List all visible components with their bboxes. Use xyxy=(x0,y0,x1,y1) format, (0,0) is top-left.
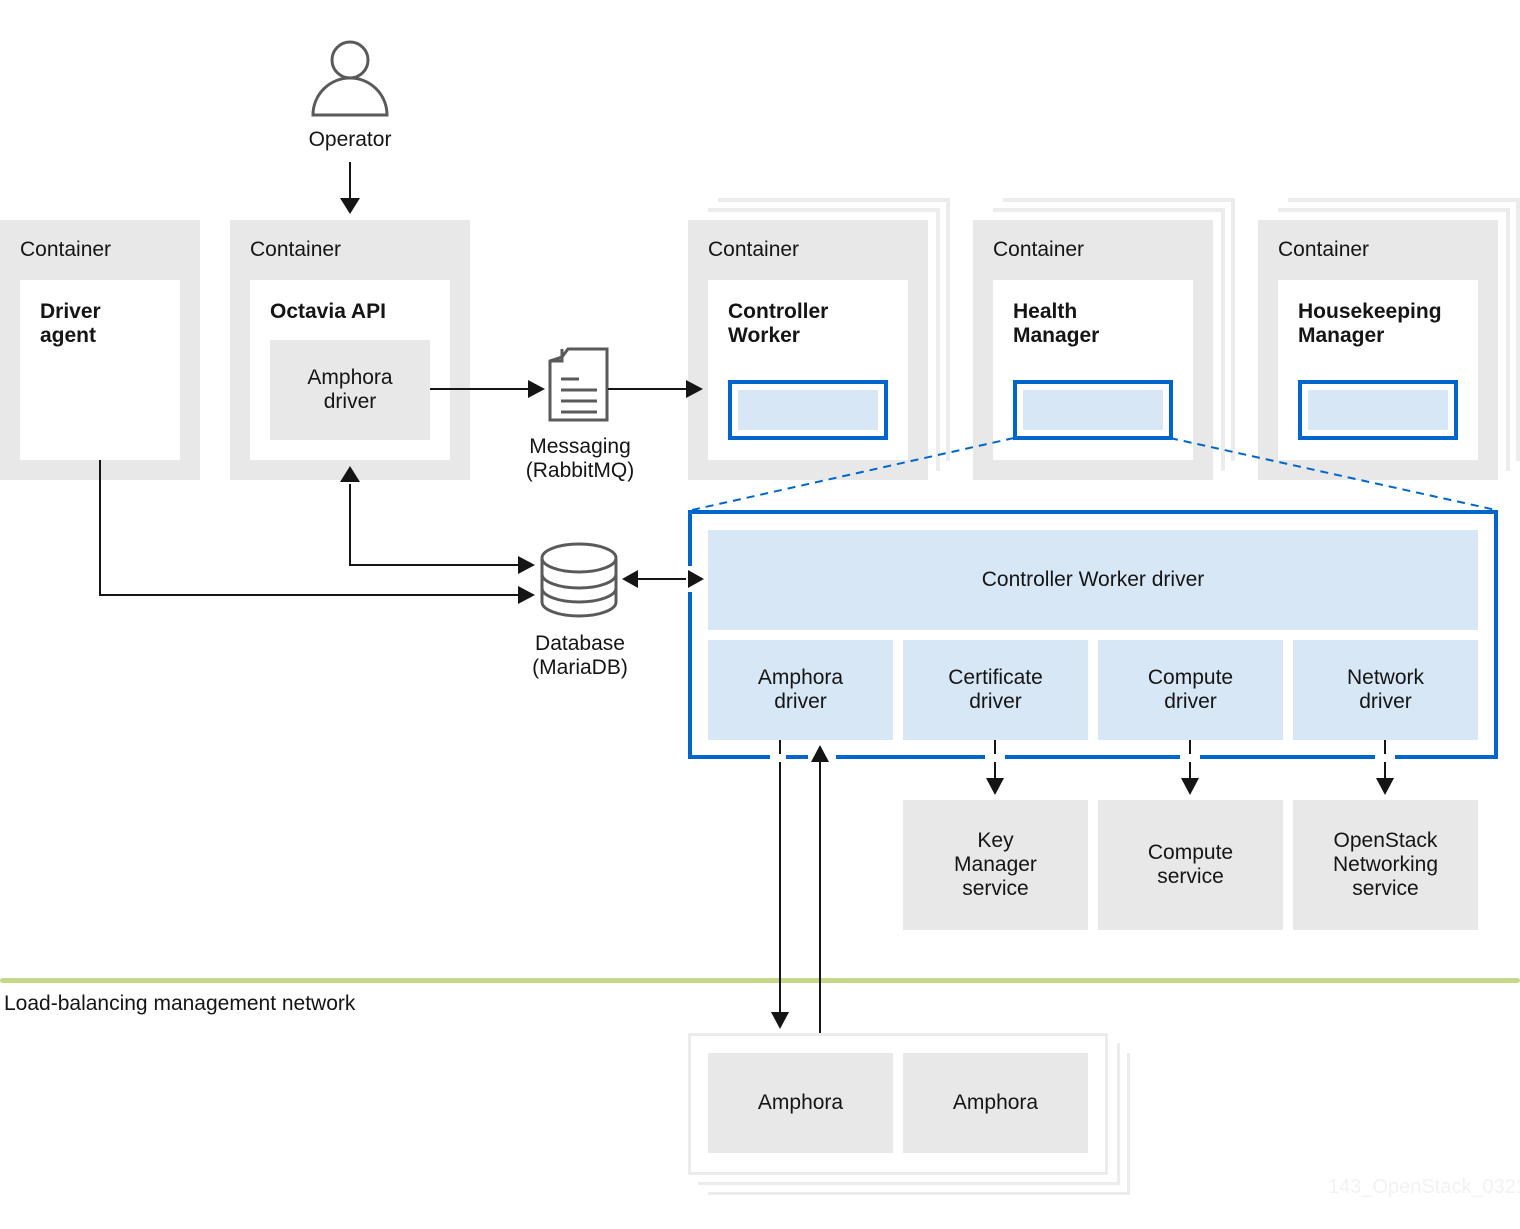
management-network-line xyxy=(0,978,1520,983)
compute-service-label: Compute service xyxy=(1148,841,1233,889)
amphora-driver-label: Amphora driver xyxy=(758,666,843,714)
arrowhead xyxy=(1376,778,1394,795)
arrowhead xyxy=(340,198,360,214)
certificate-driver: Certificate driver xyxy=(903,640,1088,740)
messaging-label-2: (RabbitMQ) xyxy=(525,459,635,482)
api-amphora-driver-label: Amphora driver xyxy=(307,366,393,413)
container-driver-agent: Container Driver agent xyxy=(0,220,200,480)
amphora-2-label: Amphora xyxy=(952,1091,1039,1114)
container-label: Container xyxy=(708,238,800,261)
container-octavia-api: Container Octavia API Amphora driver xyxy=(230,220,470,480)
housekeeping-manager-driver-ref xyxy=(1298,380,1458,440)
controller-worker-driver: Controller Worker driver xyxy=(708,530,1478,630)
line: Networking xyxy=(1332,853,1439,876)
database: Database (MariaDB) xyxy=(520,540,640,685)
messaging-label-1: Messaging xyxy=(529,435,631,458)
operator-label: Operator xyxy=(308,128,392,151)
controller-worker-title: Controller Worker xyxy=(728,300,829,347)
line: OpenStack xyxy=(1333,829,1438,852)
line: driver xyxy=(1164,690,1217,713)
certificate-driver-label: Certificate driver xyxy=(948,666,1043,714)
networking-service: OpenStack Networking service xyxy=(1293,800,1478,930)
line: Compute xyxy=(1147,841,1234,864)
housekeeping-manager-title: Housekeeping Manager xyxy=(1298,300,1442,347)
health-manager-driver-ref xyxy=(1013,380,1173,440)
line: service xyxy=(962,877,1029,900)
line: Certificate xyxy=(948,666,1043,689)
user-icon xyxy=(311,40,389,117)
line: service xyxy=(1352,877,1419,900)
operator: Operator xyxy=(300,38,400,158)
controller-worker-box: Controller Worker xyxy=(708,280,908,460)
line: Manager xyxy=(954,853,1037,876)
container-health-manager: Container Health Manager xyxy=(973,220,1213,480)
controller-worker-driver-panel: Controller Worker driver Amphora driver C… xyxy=(688,510,1498,759)
container-label: Container xyxy=(1278,238,1370,261)
container-housekeeping-manager: Container Housekeeping Manager xyxy=(1258,220,1498,480)
arrowhead xyxy=(986,778,1004,795)
network-driver: Network driver xyxy=(1293,640,1478,740)
database-icon xyxy=(540,542,618,618)
arrow-db-api xyxy=(349,484,518,566)
container-label: Container xyxy=(20,238,112,261)
housekeeping-manager-box: Housekeeping Manager xyxy=(1278,280,1478,460)
arrowhead xyxy=(1181,778,1199,795)
api-amphora-driver: Amphora driver xyxy=(270,340,430,440)
database-label-1: Database xyxy=(535,632,625,655)
container-label: Container xyxy=(250,238,342,261)
compute-service: Compute service xyxy=(1098,800,1283,930)
management-network-label: Load-balancing management network xyxy=(4,992,356,1015)
octavia-api-title: Octavia API xyxy=(270,300,386,323)
controller-worker-driver-label: Controller Worker driver xyxy=(981,568,1205,591)
line: driver xyxy=(969,690,1022,713)
health-manager-title: Health Manager xyxy=(1013,300,1100,347)
line: Amphora xyxy=(757,666,844,689)
compute-driver: Compute driver xyxy=(1098,640,1283,740)
container-label: Container xyxy=(993,238,1085,261)
line: Key xyxy=(977,829,1014,852)
amphora-2: Amphora xyxy=(903,1053,1088,1153)
driver-agent-title: Driver agent xyxy=(40,300,101,347)
key-manager-service-label: Key Manager service xyxy=(954,829,1037,901)
database-label-2: (MariaDB) xyxy=(532,656,628,679)
amphora-1-label: Amphora xyxy=(757,1091,844,1114)
document-icon xyxy=(548,347,609,422)
line: Network xyxy=(1346,666,1425,689)
messaging: Messaging (RabbitMQ) xyxy=(520,345,640,485)
line: driver xyxy=(1359,690,1412,713)
health-manager-box: Health Manager xyxy=(993,280,1193,460)
line: service xyxy=(1157,865,1224,888)
line: Compute xyxy=(1147,666,1234,689)
line: driver xyxy=(774,690,827,713)
octavia-api-box: Octavia API Amphora driver xyxy=(250,280,450,460)
amphora-1: Amphora xyxy=(708,1053,893,1153)
arrowhead xyxy=(771,1012,789,1029)
amphora-driver: Amphora driver xyxy=(708,640,893,740)
network-driver-label: Network driver xyxy=(1347,666,1424,714)
key-manager-service: Key Manager service xyxy=(903,800,1088,930)
figure-id: 143_OpenStack_0321 xyxy=(1328,1176,1520,1198)
amphora-group: Amphora Amphora xyxy=(688,1033,1108,1175)
arrow-agent-to-db xyxy=(99,460,518,596)
controller-worker-driver-ref xyxy=(728,380,888,440)
driver-agent-box: Driver agent xyxy=(20,280,180,460)
compute-driver-label: Compute driver xyxy=(1148,666,1233,714)
networking-service-label: OpenStack Networking service xyxy=(1333,829,1438,901)
container-controller-worker: Container Controller Worker xyxy=(688,220,928,480)
